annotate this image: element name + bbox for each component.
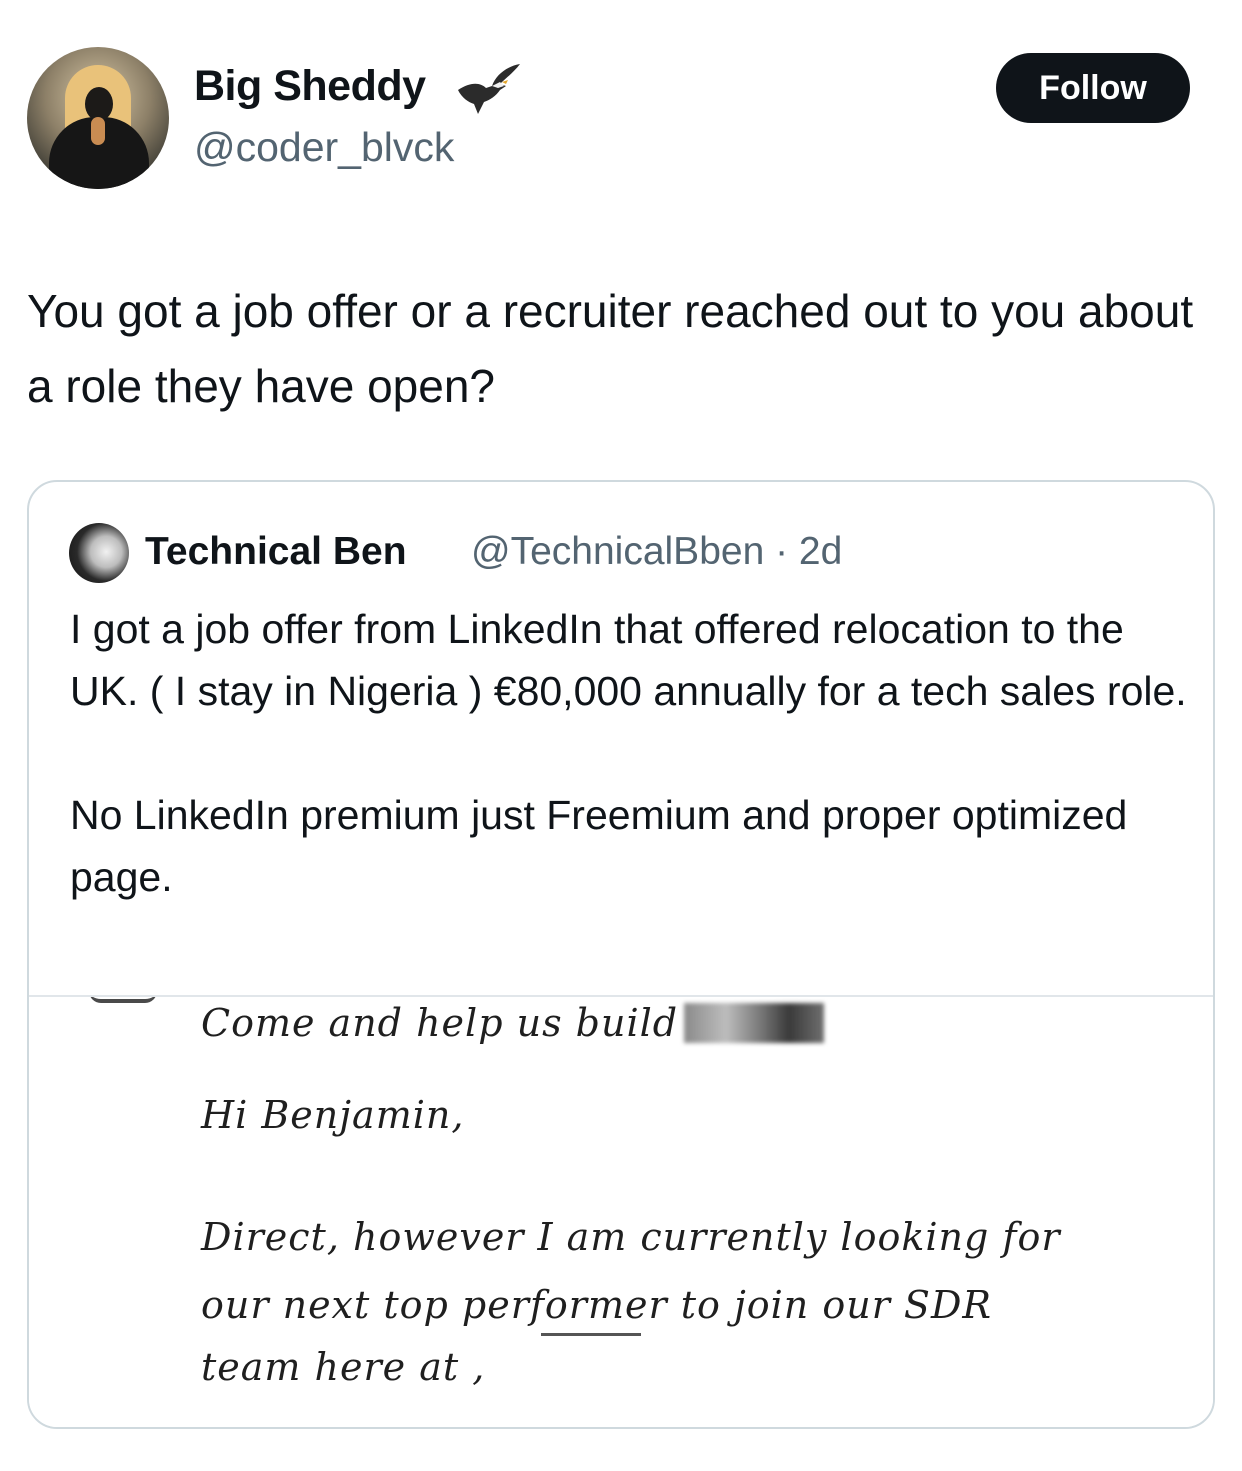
author-avatar[interactable] <box>27 47 169 189</box>
author-handle[interactable]: @coder_blvck <box>194 124 454 171</box>
quoted-author-name[interactable]: Technical Ben <box>145 530 407 574</box>
author-name[interactable]: Big Sheddy <box>194 62 426 111</box>
avatar-figure-head <box>85 87 113 121</box>
eagle-icon <box>458 64 520 114</box>
image-text-line: team here at , <box>201 1345 486 1389</box>
image-text-line: our next top performer to join our SDR <box>201 1283 993 1327</box>
image-underline-mark <box>541 1333 641 1336</box>
avatar-figure-hands <box>91 117 105 145</box>
tweet-header: Big Sheddy @coder_blvck Follow <box>0 0 1242 200</box>
quoted-tweet-image[interactable]: Come and help us build Hi Benjamin, Dire… <box>29 995 1213 1427</box>
quoted-tweet-card[interactable]: Technical Ben @TechnicalBben · 2d I got … <box>27 480 1215 1429</box>
redacted-area <box>684 1003 824 1043</box>
quoted-author-handle-time[interactable]: @TechnicalBben · 2d <box>471 530 842 574</box>
image-cropped-mark <box>89 997 157 1003</box>
follow-button[interactable]: Follow <box>996 53 1190 123</box>
image-text-line: Hi Benjamin, <box>201 1093 465 1137</box>
image-text-line: Come and help us build <box>201 1001 679 1045</box>
quoted-tweet-text: I got a job offer from LinkedIn that off… <box>70 606 1187 900</box>
quoted-author-avatar[interactable] <box>69 523 129 583</box>
tweet-text: You got a job offer or a recruiter reach… <box>27 285 1194 412</box>
image-text-line: Direct, however I am currently looking f… <box>201 1215 1061 1259</box>
